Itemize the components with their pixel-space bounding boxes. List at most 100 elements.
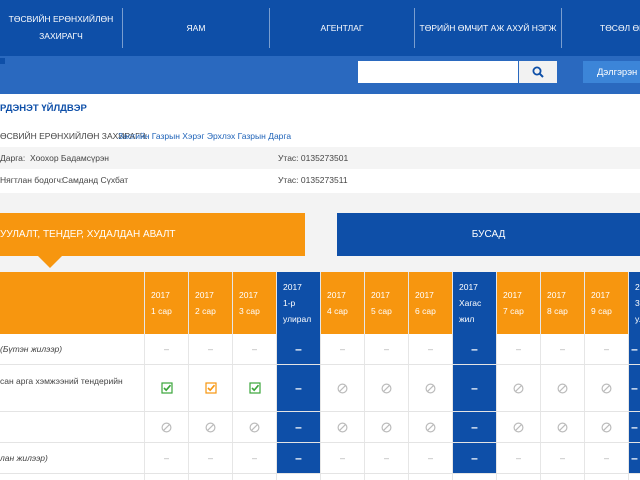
empty-dash: – xyxy=(453,365,496,411)
tab-procurement-label: УУЛАЛТ, ТЕНДЕР, ХУДАЛДАН АВАЛТ xyxy=(0,229,176,240)
not-available-icon xyxy=(145,412,188,442)
column-header-month: 2017 2 сар xyxy=(189,272,233,334)
checkbox-checked-icon[interactable] xyxy=(233,365,276,411)
empty-dash: – xyxy=(427,344,433,354)
column-header-label: 2017 9 сар xyxy=(591,290,612,316)
not-available-icon xyxy=(585,365,628,411)
empty-dash: – xyxy=(629,412,640,442)
not-available-icon xyxy=(233,412,276,442)
column-header-month: 2017 8 сар xyxy=(541,272,585,334)
not-available-icon xyxy=(409,365,452,411)
empty-dash: – xyxy=(383,453,389,463)
empty-dash: – xyxy=(339,453,345,463)
accountant-name: Самданд Сүхбат xyxy=(62,175,129,185)
empty-dash: – xyxy=(277,443,320,473)
not-available-icon xyxy=(365,412,408,442)
manager-link[interactable]: Засгийн Газрын Хэрэг Эрхлэх Газрын Дарга xyxy=(118,131,291,141)
not-available-icon xyxy=(585,412,628,442)
column-header-month: 2017 6 сар xyxy=(409,272,453,334)
column-header-label: 2017 Хагас жил xyxy=(459,282,482,324)
director-name: Хоохор Бадамсүрэн xyxy=(30,153,109,163)
column-header-summary: 2017 Хагас жил xyxy=(453,272,497,334)
column-header-label: 2017 3 сар xyxy=(239,290,260,316)
tab-other-label: БУСАД xyxy=(471,229,506,240)
nav-item-budget-managers[interactable]: ТӨСВИЙН ЕРӨНХИЙЛӨН ЗАХИРАГЧ xyxy=(0,0,122,56)
accountant-phone: Утас: 0135273511 xyxy=(278,175,348,185)
empty-dash: – xyxy=(383,344,389,354)
not-available-icon xyxy=(189,412,232,442)
not-available-icon xyxy=(541,365,584,411)
empty-dash: – xyxy=(163,344,169,354)
empty-dash: – xyxy=(453,443,496,473)
column-header-label: 2017 5 сар xyxy=(371,290,392,316)
not-available-icon xyxy=(541,412,584,442)
column-header-month: 2017 3 сар xyxy=(233,272,277,334)
empty-dash: – xyxy=(559,453,565,463)
empty-dash: – xyxy=(603,344,609,354)
empty-dash: – xyxy=(629,365,640,411)
not-available-icon xyxy=(321,412,364,442)
tab-other[interactable]: БУСАД xyxy=(337,213,640,256)
checkbox-checked-icon[interactable] xyxy=(189,365,232,411)
empty-dash: – xyxy=(277,334,320,364)
advanced-search-button[interactable]: Дэлгэрэн xyxy=(583,61,640,83)
active-tab-pointer xyxy=(38,256,62,268)
empty-dash: – xyxy=(603,453,609,463)
accountant-label: Нягтлан бодогч: xyxy=(0,175,64,185)
director-label: Дарга: xyxy=(0,153,26,163)
empty-dash: – xyxy=(251,344,257,354)
nav-item-projects[interactable]: ТӨСӨЛ ӨР xyxy=(562,0,640,56)
column-header-label: 2017 2 сар xyxy=(195,290,216,316)
nav-item-label: АГЕНТЛАГ xyxy=(320,22,364,33)
empty-dash: – xyxy=(277,365,320,411)
director-phone: Утас: 0135273501 xyxy=(278,153,349,163)
nav-item-label: ТӨРИЙН ӨМЧИТ АЖ АХУЙ НЭГЖ xyxy=(419,22,557,33)
info-row-director: Дарга: Хоохор Бадамсүрэн Утас: 013527350… xyxy=(0,147,640,169)
search-button[interactable] xyxy=(519,61,557,83)
column-header-label: 2017 3 ул xyxy=(635,282,640,324)
empty-dash: – xyxy=(559,344,565,354)
column-header-label: 2017 4 сар xyxy=(327,290,348,316)
not-available-icon xyxy=(497,412,540,442)
checkbox-checked-icon[interactable] xyxy=(145,365,188,411)
empty-dash: – xyxy=(515,453,521,463)
not-available-icon xyxy=(409,412,452,442)
empty-dash: – xyxy=(453,334,496,364)
column-header-month: 2017 4 сар xyxy=(321,272,365,334)
not-available-icon xyxy=(365,365,408,411)
column-header-month: 2017 7 сар xyxy=(497,272,541,334)
nav-item-agency[interactable]: АГЕНТЛАГ xyxy=(270,0,414,56)
advanced-search-label: Дэлгэрэн xyxy=(597,66,638,78)
info-row-manager: ӨСВИЙН ЕРӨНХИЙЛӨН ЗАХИРАГЧ: Засгийн Газр… xyxy=(0,125,640,147)
column-header-label: 2017 1-р улирал xyxy=(283,282,312,324)
empty-dash: – xyxy=(629,443,640,473)
nav-item-state-owned[interactable]: ТӨРИЙН ӨМЧИТ АЖ АХУЙ НЭГЖ xyxy=(415,0,561,56)
empty-dash: – xyxy=(207,344,213,354)
nav-item-ministry[interactable]: ЯАМ xyxy=(123,0,269,56)
empty-dash: – xyxy=(629,334,640,364)
not-available-icon xyxy=(321,365,364,411)
column-header-month: 2017 5 сар xyxy=(365,272,409,334)
column-header-label: 2017 7 сар xyxy=(503,290,524,316)
not-available-icon xyxy=(497,365,540,411)
row-label: лан жилээр) xyxy=(0,453,48,463)
empty-dash: – xyxy=(427,453,433,463)
empty-dash: – xyxy=(515,344,521,354)
empty-dash: – xyxy=(339,344,345,354)
empty-dash: – xyxy=(207,453,213,463)
column-header-label: 2017 8 сар xyxy=(547,290,568,316)
search-icon xyxy=(532,66,544,78)
search-input[interactable] xyxy=(358,61,518,83)
nav-item-label: ТӨСӨЛ ӨР xyxy=(600,22,640,33)
tab-procurement[interactable]: УУЛАЛТ, ТЕНДЕР, ХУДАЛДАН АВАЛТ xyxy=(0,213,305,256)
column-header-label: 2017 1 сар xyxy=(151,290,172,316)
row-label: сан арга хэмжээний тендерийн xyxy=(0,376,123,386)
column-header-summary: 2017 1-р улирал xyxy=(277,272,321,334)
nav-item-label: ЯАМ xyxy=(186,22,206,33)
nav-item-label: ТӨСВИЙН ЕРӨНХИЙЛӨН ЗАХИРАГЧ xyxy=(8,14,114,41)
column-header-label: 2017 6 сар xyxy=(415,290,436,316)
empty-dash: – xyxy=(163,453,169,463)
column-header-month: 2017 9 сар xyxy=(585,272,629,334)
info-row-accountant: Нягтлан бодогч: Самданд Сүхбат Утас: 013… xyxy=(0,169,640,191)
organization-title: РДЭНЭТ ҮЙЛДВЭР xyxy=(0,103,87,114)
